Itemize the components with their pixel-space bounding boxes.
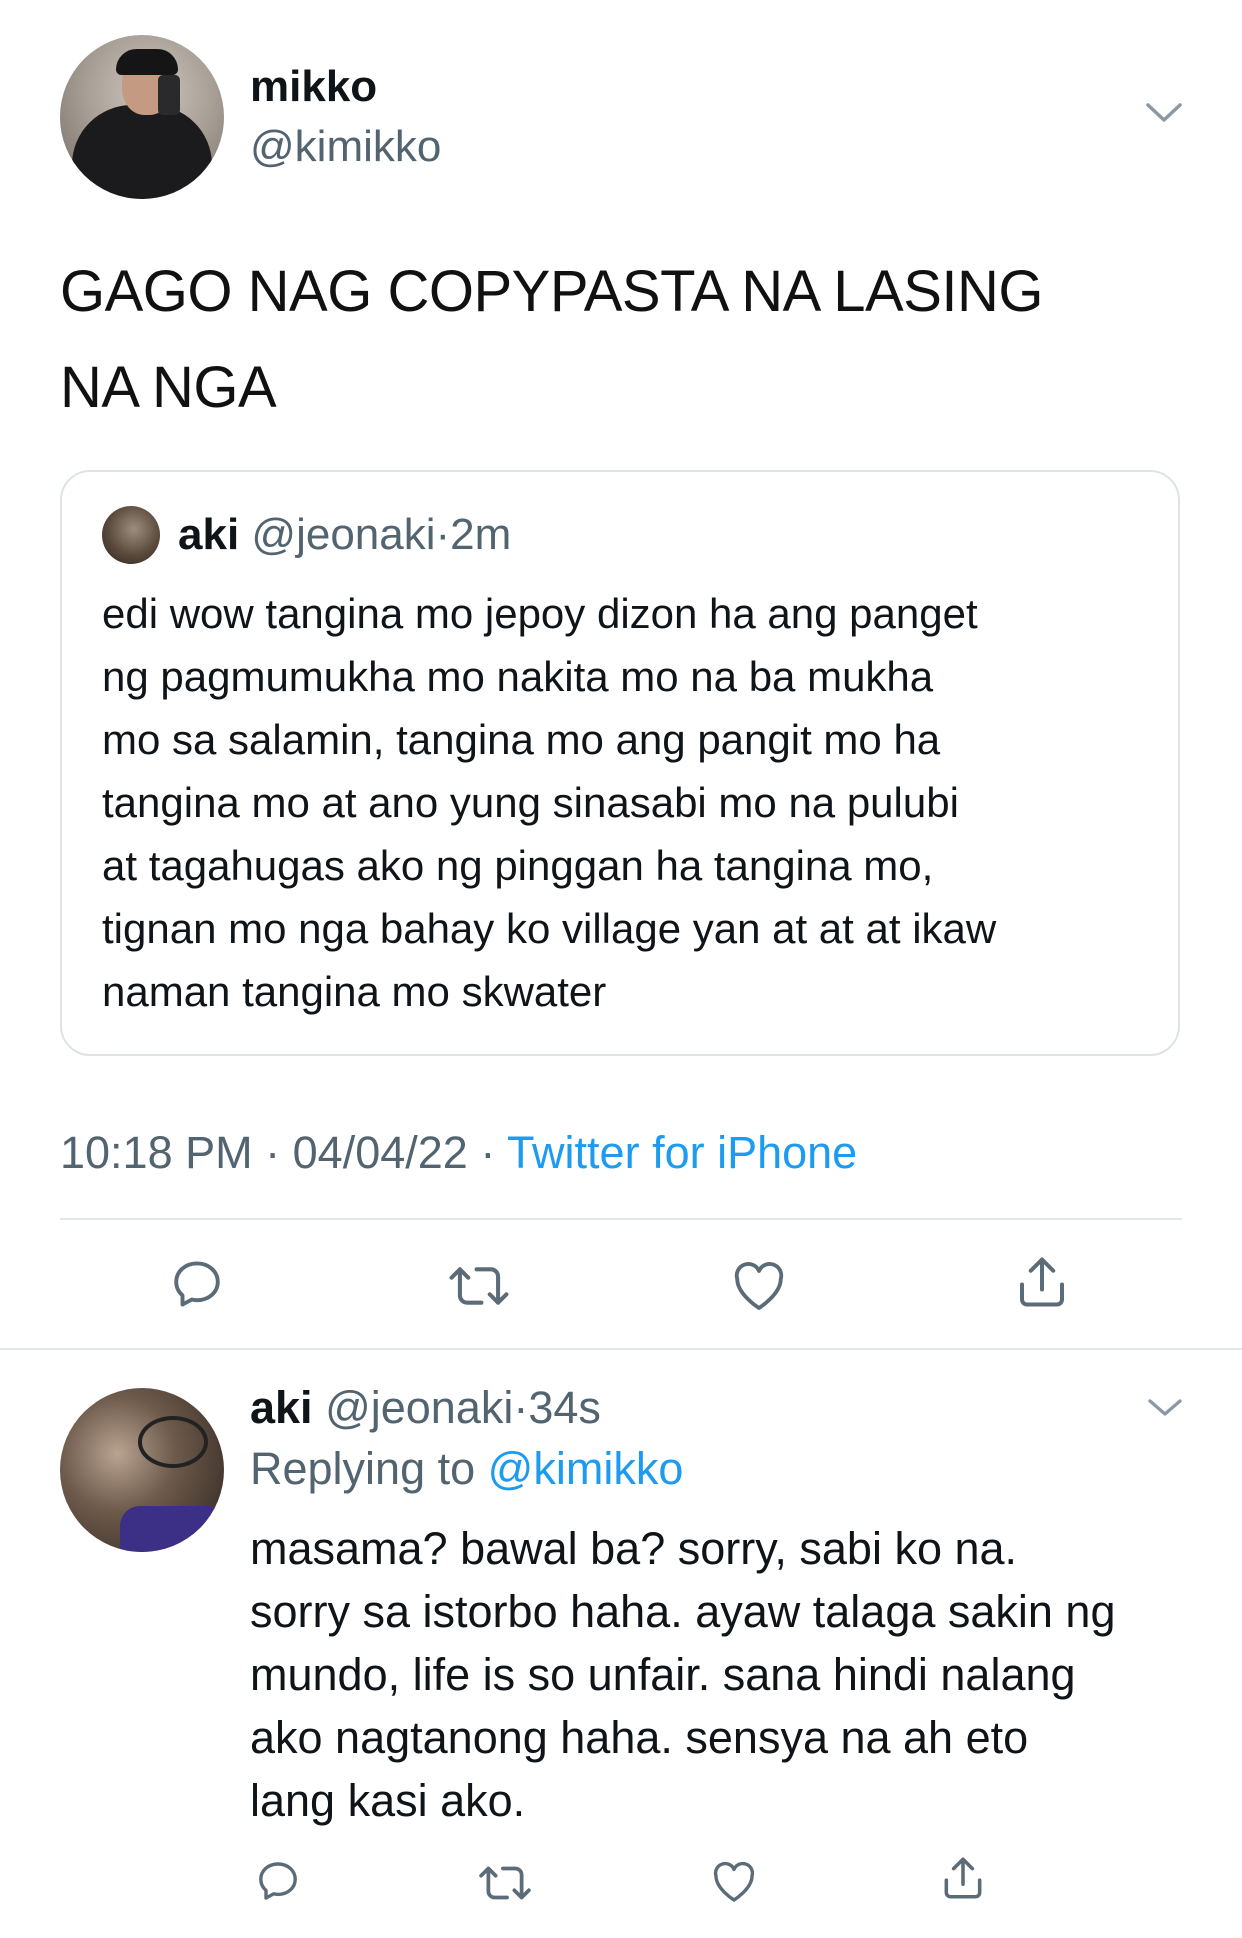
reply-text-line: mundo, life is so unfair. sana hindi nal… [250, 1649, 1076, 1700]
heart-icon[interactable] [710, 1858, 758, 1904]
quoted-time: 2m [450, 510, 512, 559]
quoted-text-line: tignan mo nga bahay ko village yan at at… [102, 905, 997, 952]
author-handle[interactable]: @kimikko [250, 122, 441, 172]
quoted-text-line: ng pagmumukha mo nakita mo na ba mukha [102, 653, 934, 700]
separator-dot: · [435, 510, 451, 559]
chevron-down-icon[interactable] [1147, 1398, 1183, 1423]
divider [0, 1348, 1242, 1350]
separator-dot: · [513, 1382, 529, 1433]
divider [60, 1218, 1182, 1220]
reply-author-name[interactable]: aki [250, 1382, 313, 1433]
quoted-author-name: aki [178, 510, 240, 559]
retweet-icon[interactable] [478, 1860, 532, 1906]
reply-text: masama? bawal ba? sorry, sabi ko na. sor… [250, 1517, 1115, 1832]
reply-text-line: ako nagtanong haha. sensya na ah eto [250, 1712, 1029, 1763]
quoted-text-line: tangina mo at ano yung sinasabi mo na pu… [102, 779, 959, 826]
separator-dot: · [265, 1127, 281, 1178]
heart-icon[interactable] [730, 1257, 788, 1313]
reply-author-avatar[interactable] [60, 1388, 224, 1552]
quoted-author-handle: @jeonaki [251, 510, 436, 559]
tweet-date: 04/04/22 [292, 1127, 468, 1178]
chevron-down-icon[interactable] [1145, 102, 1183, 129]
tweet-source-link[interactable]: Twitter for iPhone [507, 1127, 857, 1178]
tweet-meta: 10:18 PM · 04/04/22 · Twitter for iPhone [60, 1127, 857, 1179]
quoted-tweet-header: aki @jeonaki·2m [178, 510, 511, 560]
quoted-tweet-text: edi wow tangina mo jepoy dizon ha ang pa… [102, 582, 996, 1023]
quoted-author-avatar [102, 506, 160, 564]
tweet-text-line-1: GAGO NAG COPYPASTA NA LASING [60, 259, 1044, 324]
reply-text-line: lang kasi ako. [250, 1775, 526, 1826]
reply-icon[interactable] [254, 1857, 302, 1905]
quoted-text-line: naman tangina mo skwater [102, 968, 607, 1015]
share-icon[interactable] [1012, 1252, 1072, 1312]
separator-dot: · [480, 1127, 496, 1178]
reply-icon[interactable] [168, 1255, 226, 1313]
replying-to-label: Replying to [250, 1443, 476, 1494]
quoted-text-line: mo sa salamin, tangina mo ang pangit mo … [102, 716, 941, 763]
reply-text-line: masama? bawal ba? sorry, sabi ko na. [250, 1523, 1018, 1574]
quoted-text-line: at tagahugas ako ng pinggan ha tangina m… [102, 842, 934, 889]
retweet-icon[interactable] [448, 1258, 510, 1314]
reply-text-line: sorry sa istorbo haha. ayaw talaga sakin… [250, 1586, 1116, 1637]
reply-header: aki @jeonaki·34s [250, 1382, 601, 1434]
replying-to: Replying to @kimikko [250, 1443, 683, 1495]
replying-to-handle[interactable]: @kimikko [488, 1443, 684, 1494]
reply-time: 34s [528, 1382, 601, 1433]
reply-author-handle[interactable]: @jeonaki [325, 1382, 513, 1433]
author-name[interactable]: mikko [250, 62, 377, 112]
quoted-text-line: edi wow tangina mo jepoy dizon ha ang pa… [102, 590, 978, 637]
author-avatar[interactable] [60, 35, 224, 199]
share-icon[interactable] [938, 1853, 988, 1903]
tweet-time: 10:18 PM [60, 1127, 253, 1178]
tweet-text-line-2: NA NGA [60, 355, 277, 420]
